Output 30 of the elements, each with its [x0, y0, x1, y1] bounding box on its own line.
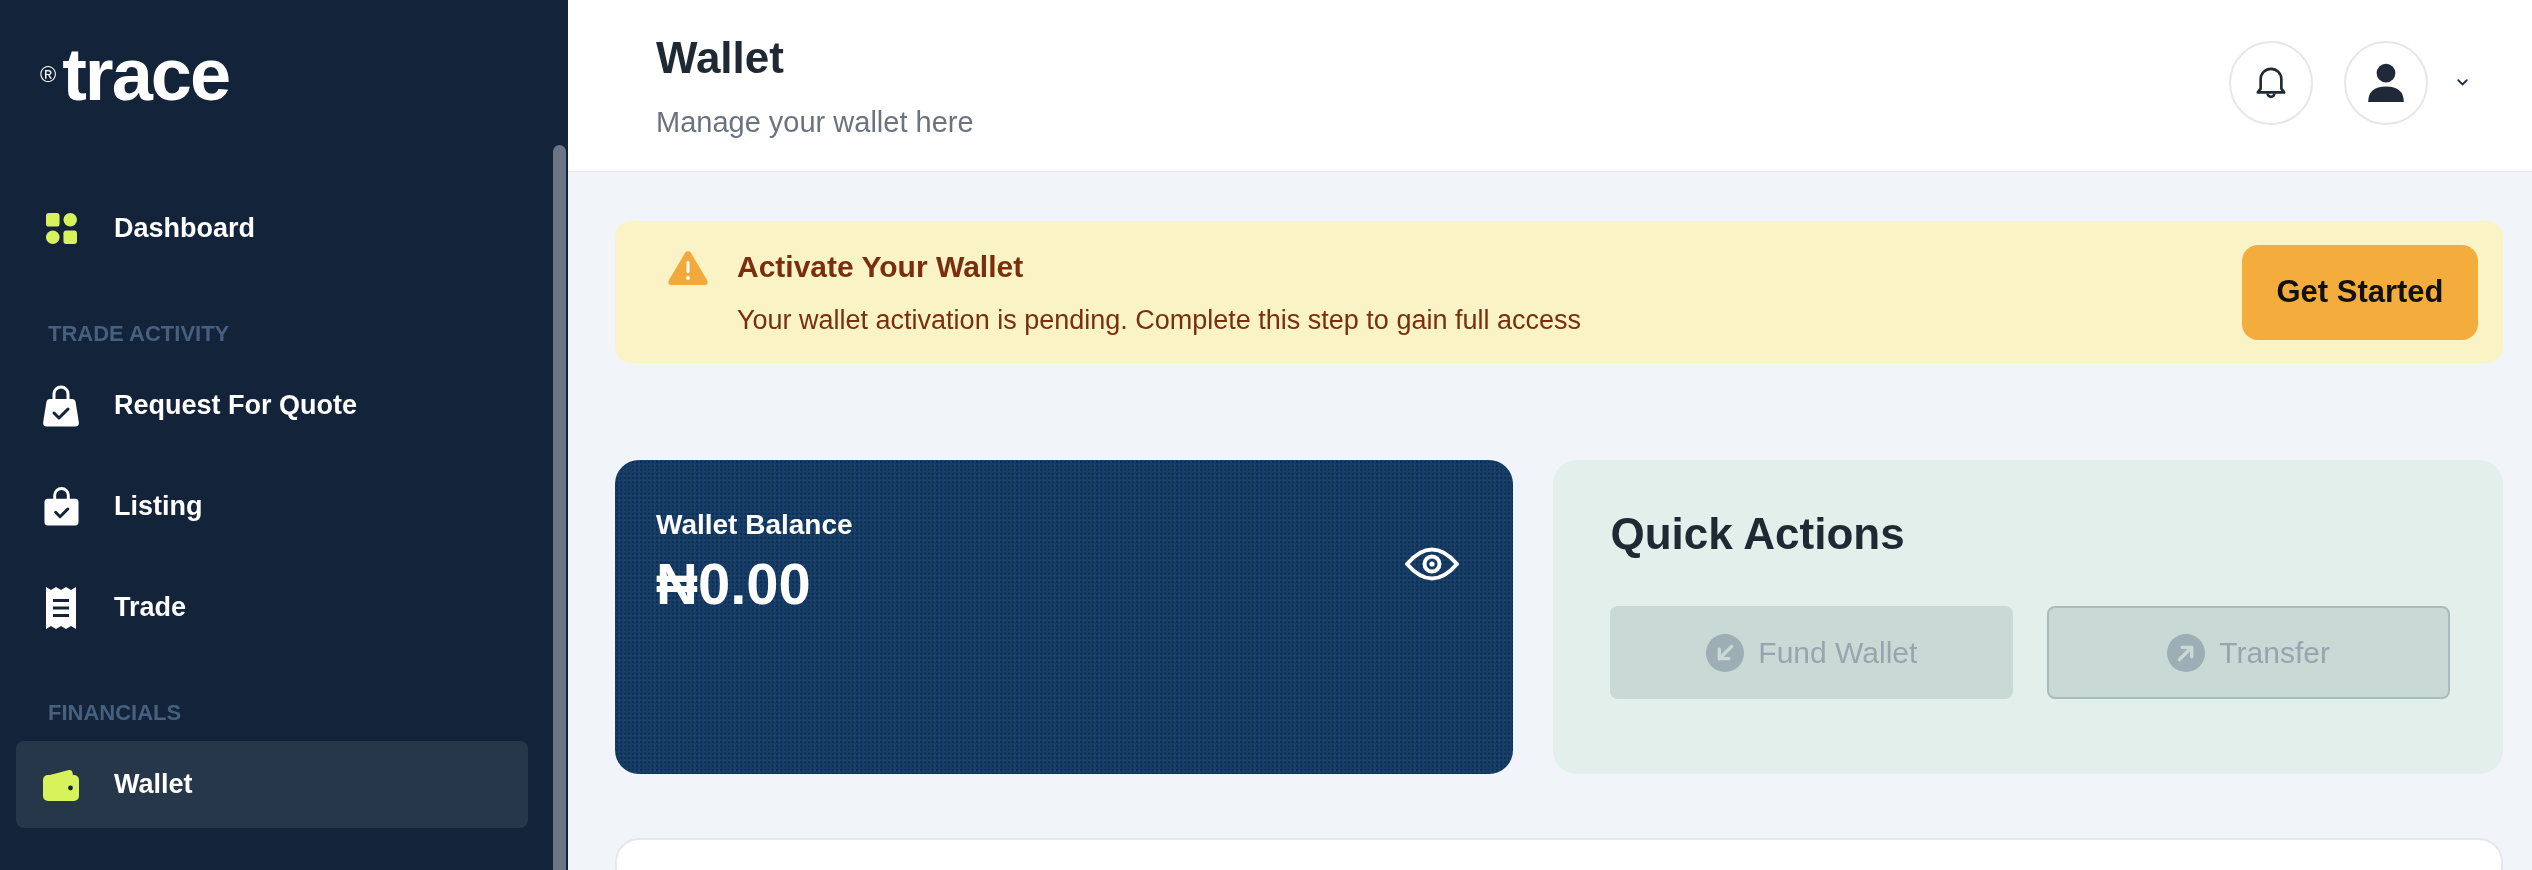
shopping-bag-check-icon	[43, 487, 79, 526]
page-title: Wallet	[656, 31, 785, 84]
shopping-bag-check-icon	[42, 384, 80, 427]
arrow-up-right-icon	[2167, 633, 2206, 672]
brand-wordmark: trace	[62, 38, 230, 112]
page-subtitle: Manage your wallet here	[656, 104, 974, 140]
registered-mark: ®	[40, 64, 57, 86]
sidebar-item[interactable]: Dashboard	[16, 185, 528, 272]
eye-icon[interactable]	[1404, 545, 1461, 583]
quick-actions-title: Quick Actions	[1610, 508, 1906, 560]
user-icon	[2368, 63, 2404, 102]
banner-title: Activate Your Wallet	[737, 248, 1025, 285]
balance-label: Wallet Balance	[656, 508, 853, 542]
banner-message: Your wallet activation is pending. Complete this step to gain full access	[737, 303, 1582, 337]
sidebar-item[interactable]: Request For Quote	[16, 362, 528, 449]
sidebar-item[interactable]: Trade	[16, 564, 528, 651]
chevron-down-icon[interactable]	[2457, 79, 2468, 86]
sidebar-item[interactable]: Wallet	[16, 741, 528, 828]
section-heading: FINANCIALS	[47, 699, 183, 727]
sidebar-item[interactable]: Listing	[16, 463, 528, 550]
warning-icon	[668, 250, 708, 286]
bell-icon	[2255, 65, 2287, 100]
grid-icon	[45, 213, 77, 244]
arrow-down-left-icon	[1706, 633, 1745, 672]
section-heading: TRADE ACTIVITY	[47, 320, 231, 348]
scrollbar-thumb[interactable]	[553, 145, 566, 870]
balance-amount: ₦0.00	[656, 550, 812, 618]
get-started-button[interactable]: Get Started	[2242, 244, 2478, 340]
wallet-icon	[43, 768, 79, 801]
receipt-icon	[46, 586, 76, 629]
